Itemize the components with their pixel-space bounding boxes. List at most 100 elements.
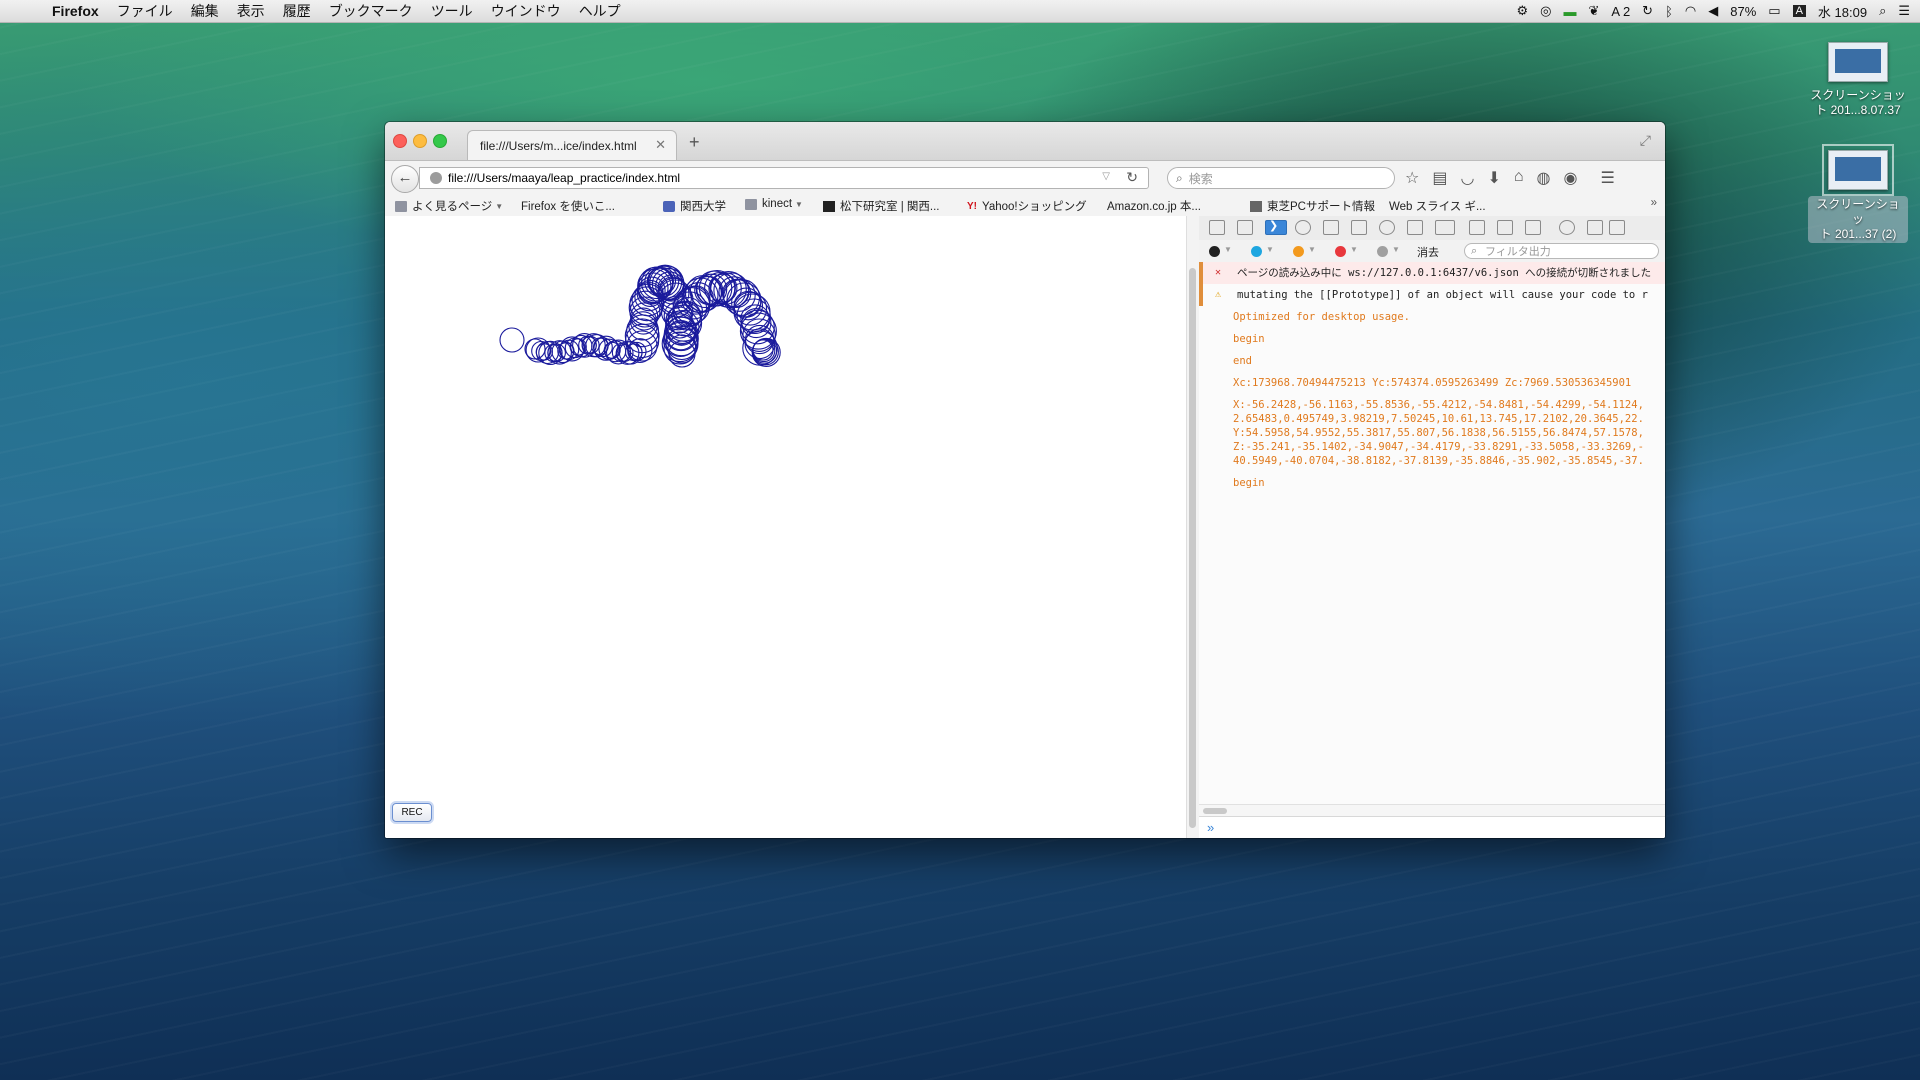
- chevron-down-icon[interactable]: ▼: [1308, 245, 1316, 254]
- close-tab-icon[interactable]: ✕: [655, 137, 666, 153]
- url-history-dropdown-icon[interactable]: ▽: [1102, 171, 1110, 182]
- battery-icon[interactable]: ▭: [1768, 3, 1780, 19]
- university-icon: [663, 200, 675, 212]
- bookmarks-toolbar: よく見るページ ▼ Firefox を使いこ... 関西大学 kinect ▼ 松下…: [385, 194, 1665, 303]
- screenshot-tool-icon[interactable]: [1525, 220, 1541, 235]
- menu-help[interactable]: ヘルプ: [579, 1, 621, 21]
- time-machine-icon[interactable]: ↻: [1642, 3, 1653, 19]
- volume-icon[interactable]: ◀: [1708, 3, 1718, 19]
- home-icon[interactable]: ⌂: [1514, 168, 1524, 188]
- menu-edit[interactable]: 編集: [191, 1, 219, 21]
- console-log-message: begin: [1233, 477, 1265, 489]
- inspector-pick-icon[interactable]: [1209, 220, 1225, 235]
- keyboard-input-icon[interactable]: A: [1792, 5, 1806, 17]
- logging-filter-dot[interactable]: [1377, 246, 1388, 257]
- status-area: ⚙ ◎ ▬ ❦ A 2 ↻ ᛒ ◠ ◀ 87% ▭ A 水 18:09 ⌕ ☰: [1516, 0, 1910, 22]
- desktop-screenshot-file-2[interactable]: スクリーンショッ ト 201...37 (2): [1808, 144, 1908, 243]
- reload-icon[interactable]: ↻: [1126, 169, 1138, 186]
- chevron-down-icon[interactable]: ▼: [1392, 245, 1400, 254]
- separate-window-icon[interactable]: [1609, 220, 1625, 235]
- menu-tools[interactable]: ツール: [431, 1, 473, 21]
- zoom-window-button[interactable]: [433, 134, 447, 148]
- fullscreen-icon[interactable]: ⤢: [1640, 132, 1651, 149]
- shader-editor-tab-icon[interactable]: [1351, 220, 1367, 235]
- style-editor-tab-icon[interactable]: [1323, 220, 1339, 235]
- menu-window[interactable]: ウインドウ: [491, 1, 561, 21]
- clear-console-button[interactable]: 消去: [1417, 244, 1439, 260]
- bookmark-star-icon[interactable]: ☆: [1405, 168, 1419, 188]
- menubar-clock[interactable]: 水 18:09: [1818, 2, 1867, 21]
- spotlight-icon[interactable]: ⌕: [1879, 3, 1886, 19]
- chevron-down-icon[interactable]: ▼: [1350, 245, 1358, 254]
- downloads-icon[interactable]: ⬇: [1487, 168, 1500, 188]
- wifi-icon[interactable]: ◠: [1685, 3, 1696, 19]
- more-bookmarks-icon[interactable]: »: [1651, 197, 1657, 209]
- pocket-icon[interactable]: ◡: [1460, 168, 1474, 188]
- sync-status-icon[interactable]: ◎: [1540, 3, 1551, 19]
- css-filter-dot[interactable]: [1251, 246, 1262, 257]
- rec-button[interactable]: REC: [392, 803, 432, 822]
- scrollbar-thumb[interactable]: [1189, 268, 1196, 828]
- bookmark-item[interactable]: 関西大学: [663, 198, 726, 214]
- devtools-settings-icon[interactable]: [1559, 220, 1575, 235]
- menu-file[interactable]: ファイル: [117, 1, 173, 21]
- console-tab-icon[interactable]: [1265, 219, 1287, 235]
- security-filter-dot[interactable]: [1335, 246, 1346, 257]
- network-tab-icon[interactable]: [1407, 220, 1423, 235]
- chat-icon[interactable]: ◉: [1563, 168, 1577, 188]
- settings-status-icon[interactable]: ⚙: [1516, 3, 1528, 19]
- console-input[interactable]: »: [1199, 816, 1665, 838]
- new-tab-button[interactable]: +: [689, 132, 700, 153]
- chevron-down-icon[interactable]: ▼: [1224, 245, 1232, 254]
- battery-percent[interactable]: 87%: [1730, 4, 1756, 19]
- screenshot-thumbnail-icon: [1828, 42, 1888, 82]
- minimize-window-button[interactable]: [413, 134, 427, 148]
- search-input[interactable]: ⌕ 検索: [1167, 167, 1395, 189]
- inspector-tab-icon[interactable]: [1237, 220, 1253, 235]
- responsive-design-icon[interactable]: [1469, 220, 1485, 235]
- bookmark-item[interactable]: Y! Yahoo!ショッピング: [967, 198, 1087, 214]
- notification-center-icon[interactable]: ☰: [1898, 3, 1910, 19]
- site-identity-icon[interactable]: [430, 172, 442, 184]
- bookmark-item[interactable]: kinect ▼: [745, 198, 803, 210]
- error-icon: ✕: [1215, 267, 1222, 278]
- js-filter-dot[interactable]: [1293, 246, 1304, 257]
- bookmark-item[interactable]: Firefox を使いこ...: [521, 198, 615, 303]
- chevron-down-icon[interactable]: ▼: [1266, 245, 1274, 254]
- bluetooth-icon[interactable]: ᛒ: [1665, 4, 1673, 19]
- performance-tab-icon[interactable]: [1379, 220, 1395, 235]
- trail-circle: [626, 330, 658, 362]
- bookmark-item[interactable]: Amazon.co.jp 本...: [1107, 198, 1201, 303]
- back-button[interactable]: ←: [391, 165, 419, 193]
- evernote-icon[interactable]: ❦: [1588, 3, 1599, 19]
- dock-side-icon[interactable]: [1587, 220, 1603, 235]
- split-console-icon[interactable]: [1435, 220, 1455, 235]
- console-log-message: Xc:173968.70494475213 Yc:574374.05952634…: [1233, 377, 1632, 389]
- debugger-tab-icon[interactable]: [1295, 220, 1311, 235]
- menu-history[interactable]: 履歴: [283, 1, 311, 21]
- desktop-screenshot-file-1[interactable]: スクリーンショッ ト 201...8.07.37: [1808, 42, 1908, 118]
- console-filter-input[interactable]: フィルタ出力: [1464, 243, 1659, 259]
- menu-hamburger-icon[interactable]: ☰: [1600, 168, 1614, 188]
- desktop-file-label: スクリーンショッ ト 201...8.07.37: [1810, 88, 1906, 117]
- tab-index-html[interactable]: file:///Users/m...ice/index.html ✕: [467, 130, 677, 160]
- battery-app-icon[interactable]: ▬: [1563, 4, 1576, 19]
- net-filter-dot[interactable]: [1209, 246, 1220, 257]
- bookmark-item[interactable]: 東芝PCサポート情報: [1250, 198, 1375, 214]
- extension-icon[interactable]: ◍: [1537, 168, 1551, 188]
- menu-view[interactable]: 表示: [237, 1, 265, 21]
- input-mode-indicator[interactable]: A 2: [1611, 4, 1630, 19]
- reading-list-icon[interactable]: ▤: [1432, 168, 1447, 188]
- page-scrollbar[interactable]: [1186, 216, 1200, 838]
- close-window-button[interactable]: [393, 134, 407, 148]
- menu-app-name[interactable]: Firefox: [52, 3, 99, 19]
- url-bar[interactable]: file:///Users/maaya/leap_practice/index.…: [419, 167, 1149, 189]
- toshiba-icon: [1250, 200, 1262, 212]
- scrollbar-thumb[interactable]: [1203, 808, 1227, 814]
- bookmark-item[interactable]: よく見るページ ▼: [395, 198, 503, 214]
- bookmark-item[interactable]: Web スライス ギ...: [1389, 198, 1486, 303]
- scratchpad-icon[interactable]: [1497, 220, 1513, 235]
- bookmark-item[interactable]: 松下研究室 | 関西...: [823, 198, 939, 214]
- drawing-canvas: [499, 264, 781, 368]
- menu-bookmarks[interactable]: ブックマーク: [329, 1, 413, 21]
